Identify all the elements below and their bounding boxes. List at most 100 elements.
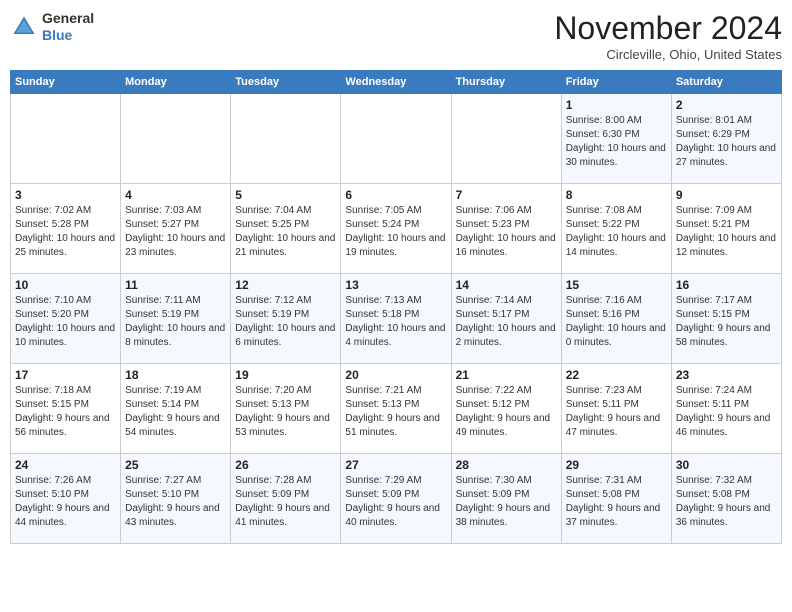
day-info: Sunrise: 7:32 AM Sunset: 5:08 PM Dayligh… [676,474,777,530]
day-cell: 9 Sunrise: 7:09 AM Sunset: 5:21 PM Daylig… [671,184,781,274]
day-cell: 5 Sunrise: 7:04 AM Sunset: 5:25 PM Daylig… [231,184,341,274]
logo: General Blue [10,10,94,44]
day-cell [451,94,561,184]
weekday-header-friday: Friday [561,71,671,94]
day-number: 16 [676,278,777,292]
day-number: 13 [345,278,446,292]
day-cell: 12Sunrise: 7:12 AM Sunset: 5:19 PM Dayli… [231,274,341,364]
day-cell: 1Sunrise: 8:00 AM Sunset: 6:30 PM Daylig… [561,94,671,184]
week-row-5: 24 Sunrise: 7:26 AM Sunset: 5:10 PM Dayli… [11,454,782,544]
day-info: Sunrise: 7:29 AM Sunset: 5:09 PM Dayligh… [345,474,446,530]
day-number: 19 [235,368,336,382]
day-number: 4 [125,188,226,202]
day-cell: 11 Sunrise: 7:11 AM Sunset: 5:19 PM Dayli… [121,274,231,364]
day-number: 6 [345,188,446,202]
day-info: Sunrise: 7:19 AM Sunset: 5:14 PM Dayligh… [125,384,226,440]
weekday-header-sunday: Sunday [11,71,121,94]
day-info: Sunrise: 7:16 AM Sunset: 5:16 PM Dayligh… [566,294,667,350]
week-row-3: 10 Sunrise: 7:10 AM Sunset: 5:20 PM Dayli… [11,274,782,364]
day-info: Sunrise: 7:26 AM Sunset: 5:10 PM Dayligh… [15,474,116,530]
day-cell: 2 Sunrise: 8:01 AM Sunset: 6:29 PM Daylig… [671,94,781,184]
logo-text: General Blue [42,10,94,44]
day-info: Sunrise: 7:11 AM Sunset: 5:19 PM Dayligh… [125,294,226,350]
day-cell: 30 Sunrise: 7:32 AM Sunset: 5:08 PM Dayli… [671,454,781,544]
day-number: 21 [456,368,557,382]
day-info: Sunrise: 7:03 AM Sunset: 5:27 PM Dayligh… [125,204,226,260]
day-info: Sunrise: 7:13 AM Sunset: 5:18 PM Dayligh… [345,294,446,350]
day-cell: 3 Sunrise: 7:02 AM Sunset: 5:28 PM Daylig… [11,184,121,274]
day-cell: 15 Sunrise: 7:16 AM Sunset: 5:16 PM Dayli… [561,274,671,364]
day-number: 27 [345,458,446,472]
day-cell: 22 Sunrise: 7:23 AM Sunset: 5:11 PM Dayli… [561,364,671,454]
day-cell: 18Sunrise: 7:19 AM Sunset: 5:14 PM Dayli… [121,364,231,454]
day-number: 7 [456,188,557,202]
weekday-header-monday: Monday [121,71,231,94]
day-info: Sunrise: 7:14 AM Sunset: 5:17 PM Dayligh… [456,294,557,350]
day-number: 20 [345,368,446,382]
day-number: 9 [676,188,777,202]
day-cell: 25Sunrise: 7:27 AM Sunset: 5:10 PM Dayli… [121,454,231,544]
day-number: 15 [566,278,667,292]
day-info: Sunrise: 7:17 AM Sunset: 5:15 PM Dayligh… [676,294,777,350]
day-number: 3 [15,188,116,202]
day-number: 23 [676,368,777,382]
day-cell [231,94,341,184]
day-info: Sunrise: 7:08 AM Sunset: 5:22 PM Dayligh… [566,204,667,260]
day-cell [341,94,451,184]
day-info: Sunrise: 8:00 AM Sunset: 6:30 PM Dayligh… [566,114,667,170]
day-number: 11 [125,278,226,292]
day-info: Sunrise: 7:05 AM Sunset: 5:24 PM Dayligh… [345,204,446,260]
day-number: 10 [15,278,116,292]
day-cell: 23Sunrise: 7:24 AM Sunset: 5:11 PM Dayli… [671,364,781,454]
day-number: 28 [456,458,557,472]
day-info: Sunrise: 7:28 AM Sunset: 5:09 PM Dayligh… [235,474,336,530]
day-info: Sunrise: 7:12 AM Sunset: 5:19 PM Dayligh… [235,294,336,350]
day-info: Sunrise: 7:09 AM Sunset: 5:21 PM Dayligh… [676,204,777,260]
day-number: 29 [566,458,667,472]
week-row-1: 1Sunrise: 8:00 AM Sunset: 6:30 PM Daylig… [11,94,782,184]
day-number: 24 [15,458,116,472]
day-info: Sunrise: 7:23 AM Sunset: 5:11 PM Dayligh… [566,384,667,440]
calendar: SundayMondayTuesdayWednesdayThursdayFrid… [10,70,782,544]
day-cell: 10 Sunrise: 7:10 AM Sunset: 5:20 PM Dayli… [11,274,121,364]
day-info: Sunrise: 7:27 AM Sunset: 5:10 PM Dayligh… [125,474,226,530]
day-info: Sunrise: 7:30 AM Sunset: 5:09 PM Dayligh… [456,474,557,530]
day-cell: 17 Sunrise: 7:18 AM Sunset: 5:15 PM Dayli… [11,364,121,454]
day-info: Sunrise: 7:21 AM Sunset: 5:13 PM Dayligh… [345,384,446,440]
day-cell: 13 Sunrise: 7:13 AM Sunset: 5:18 PM Dayli… [341,274,451,364]
day-cell: 24 Sunrise: 7:26 AM Sunset: 5:10 PM Dayli… [11,454,121,544]
day-number: 26 [235,458,336,472]
logo-icon [10,13,38,41]
day-info: Sunrise: 7:02 AM Sunset: 5:28 PM Dayligh… [15,204,116,260]
day-cell: 6 Sunrise: 7:05 AM Sunset: 5:24 PM Daylig… [341,184,451,274]
day-info: Sunrise: 7:10 AM Sunset: 5:20 PM Dayligh… [15,294,116,350]
location: Circleville, Ohio, United States [554,47,782,62]
weekday-header-tuesday: Tuesday [231,71,341,94]
day-cell: 4 Sunrise: 7:03 AM Sunset: 5:27 PM Daylig… [121,184,231,274]
day-cell: 26 Sunrise: 7:28 AM Sunset: 5:09 PM Dayli… [231,454,341,544]
day-number: 30 [676,458,777,472]
day-cell [11,94,121,184]
day-info: Sunrise: 7:22 AM Sunset: 5:12 PM Dayligh… [456,384,557,440]
day-number: 5 [235,188,336,202]
day-cell [121,94,231,184]
day-info: Sunrise: 7:06 AM Sunset: 5:23 PM Dayligh… [456,204,557,260]
day-cell: 7 Sunrise: 7:06 AM Sunset: 5:23 PM Daylig… [451,184,561,274]
day-number: 22 [566,368,667,382]
title-block: November 2024 Circleville, Ohio, United … [554,10,782,62]
day-cell: 28 Sunrise: 7:30 AM Sunset: 5:09 PM Dayli… [451,454,561,544]
day-number: 2 [676,98,777,112]
day-info: Sunrise: 7:18 AM Sunset: 5:15 PM Dayligh… [15,384,116,440]
month-title: November 2024 [554,10,782,47]
day-cell: 27 Sunrise: 7:29 AM Sunset: 5:09 PM Dayli… [341,454,451,544]
day-number: 14 [456,278,557,292]
day-cell: 8 Sunrise: 7:08 AM Sunset: 5:22 PM Daylig… [561,184,671,274]
weekday-header-thursday: Thursday [451,71,561,94]
day-info: Sunrise: 8:01 AM Sunset: 6:29 PM Dayligh… [676,114,777,170]
day-cell: 16 Sunrise: 7:17 AM Sunset: 5:15 PM Dayli… [671,274,781,364]
day-info: Sunrise: 7:04 AM Sunset: 5:25 PM Dayligh… [235,204,336,260]
day-number: 8 [566,188,667,202]
day-cell: 20 Sunrise: 7:21 AM Sunset: 5:13 PM Dayli… [341,364,451,454]
day-number: 17 [15,368,116,382]
day-info: Sunrise: 7:20 AM Sunset: 5:13 PM Dayligh… [235,384,336,440]
